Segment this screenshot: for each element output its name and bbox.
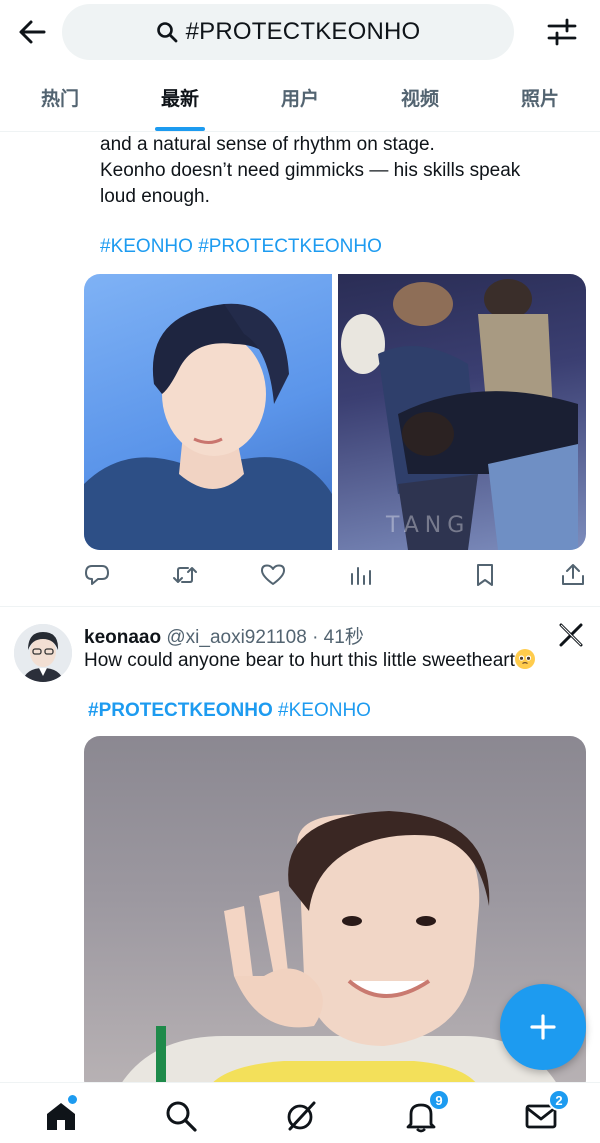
tab-videos[interactable]: 视频 [360,64,480,131]
display-name[interactable]: keonaao [84,627,161,648]
tweet-text-body: How could anyone bear to hurt this littl… [84,650,515,671]
hashtag-link[interactable]: #PROTECTKEONHO [88,700,273,721]
messages-badge: 2 [548,1089,570,1111]
x-logo-icon [559,623,583,647]
tab-latest[interactable]: 最新 [120,64,240,131]
compose-button[interactable] [500,984,586,1070]
active-tab-indicator [155,127,205,131]
hashtag-link[interactable]: #KEONHO [273,700,371,721]
arrow-left-icon[interactable] [14,14,50,50]
media-photo[interactable] [84,274,332,550]
photo-watermark: TANG [385,513,470,538]
avatar-illustration [14,624,72,682]
tab-label: 用户 [280,89,319,110]
tweet-media[interactable]: TANG [84,274,586,550]
tweet-header: keonaao @xi_aoxi921108 · 41秒 [84,622,364,649]
top-bar: #PROTECTKEONHO [0,0,600,64]
home-unread-dot [68,1095,77,1104]
share-icon[interactable] [560,562,586,588]
tweet-hashtags[interactable]: #KEONHO #PROTECTKEONHO [100,236,382,258]
media-photo[interactable]: TANG [338,274,586,550]
search-input[interactable]: #PROTECTKEONHO [62,4,514,60]
plus-icon [530,1014,556,1040]
reply-icon[interactable] [84,562,110,588]
tweet-text-line: loud enough. [100,186,210,207]
pleading-face-emoji [514,649,535,669]
stage-photo-illustration: TANG [341,279,578,550]
grok-icon[interactable] [284,1099,318,1133]
tweet-actions [84,560,586,590]
avatar[interactable] [14,624,72,682]
notifications-badge: 9 [428,1089,450,1111]
retweet-icon[interactable] [172,562,198,588]
tweet-text-line: and a natural sense of rhythm on stage. [100,134,435,155]
search-icon [156,22,177,43]
tab-label: 照片 [520,89,559,110]
bottom-navigation: 9 2 [0,1082,600,1143]
tweet-text: and a natural sense of rhythm on stage. … [100,132,580,210]
views-icon[interactable] [348,562,374,588]
tab-label: 视频 [400,89,439,110]
search-tabs: 热门 最新 用户 视频 照片 [0,64,600,132]
bookmark-icon[interactable] [472,562,498,588]
tab-photos[interactable]: 照片 [480,64,600,131]
portrait-illustration [84,303,332,550]
tab-people[interactable]: 用户 [240,64,360,131]
handle-and-time: @xi_aoxi921108 · 41秒 [166,627,364,648]
search-query: #PROTECTKEONHO [185,18,421,45]
tweet-text-line: Keonho doesn’t need gimmicks — his skill… [100,160,521,181]
tweet-hashtags[interactable]: #PROTECTKEONHO #KEONHO [88,700,371,722]
sliders-icon[interactable] [546,16,578,48]
tweet-divider [0,606,600,607]
tab-label: 最新 [160,89,199,110]
search-icon[interactable] [164,1099,198,1133]
home-icon[interactable] [44,1099,78,1133]
tab-top[interactable]: 热门 [0,64,120,131]
heart-icon[interactable] [260,562,286,588]
tab-label: 热门 [40,89,79,110]
tweet-text: How could anyone bear to hurt this littl… [84,649,535,672]
